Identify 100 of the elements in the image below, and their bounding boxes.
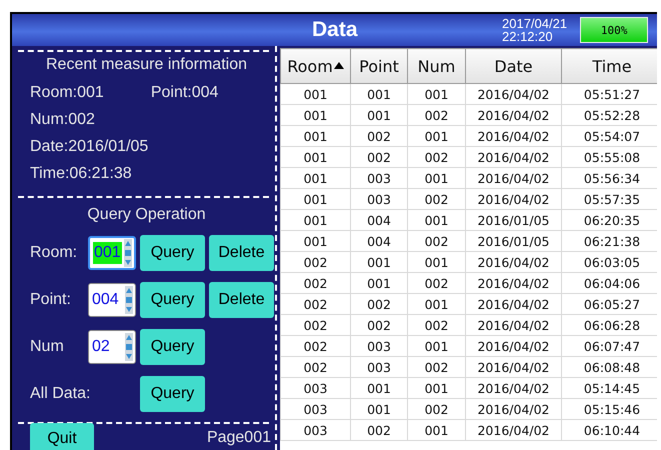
table-cell: 002 [280, 336, 350, 356]
table-cell: 003 [350, 336, 408, 356]
table-cell: 002 [280, 272, 350, 294]
table-cell: 2016/04/02 [466, 420, 562, 440]
table-cell: 001 [350, 84, 408, 104]
spin-field[interactable]: 02 [88, 330, 136, 364]
table-cell: 2016/04/02 [466, 146, 562, 168]
table-cell: 002 [280, 252, 350, 272]
query-label: Point: [30, 291, 72, 309]
action-button[interactable]: Query [140, 235, 205, 271]
spin-field[interactable]: 004 [88, 283, 136, 317]
table-cell: 002 [408, 230, 466, 252]
table-cell: 2016/04/02 [466, 356, 562, 378]
column-header[interactable]: Time [562, 48, 657, 84]
table-cell: 2016/04/02 [466, 398, 562, 420]
table-cell: 002 [408, 104, 466, 126]
window-title: Data [312, 18, 358, 42]
table-cell: 2016/04/02 [466, 126, 562, 146]
table-cell: 002 [408, 314, 466, 336]
spinner-arrows-icon[interactable] [124, 239, 132, 267]
table-cell: 2016/04/02 [466, 168, 562, 188]
battery-label: 100% [600, 24, 628, 36]
table-cell: 002 [350, 314, 408, 336]
table-cell: 2016/04/02 [466, 314, 562, 336]
table-cell: 2016/04/02 [466, 252, 562, 272]
table-cell: 003 [350, 188, 408, 210]
spin-value: 001 [93, 242, 122, 264]
num-info: Num:002 [30, 111, 96, 129]
table-cell: 004 [350, 210, 408, 230]
table-cell: 001 [408, 126, 466, 146]
section-title: Query Operation [87, 206, 206, 224]
table-cell: 003 [280, 378, 350, 398]
table-cell: 2016/04/02 [466, 104, 562, 126]
table-cell: 001 [408, 168, 466, 188]
table-cell: 2016/04/02 [466, 188, 562, 210]
date-label: 2017/04/21 [502, 17, 568, 30]
table-cell: 001 [280, 210, 350, 230]
table-cell: 001 [408, 210, 466, 230]
table-cell: 003 [350, 168, 408, 188]
table-cell: 003 [350, 356, 408, 378]
time-info: Time:06:21:38 [30, 165, 133, 183]
sort-icon [334, 62, 344, 68]
table-cell: 2016/04/02 [466, 378, 562, 398]
table-cell: 001 [350, 378, 408, 398]
table-cell: 002 [408, 188, 466, 210]
table-cell: 2016/04/02 [466, 84, 562, 104]
table-cell: 002 [408, 272, 466, 294]
action-button[interactable]: Query [140, 376, 205, 412]
column-header[interactable]: Date [466, 48, 562, 84]
table-cell: 002 [280, 314, 350, 336]
table-cell: 001 [280, 84, 350, 104]
column-header[interactable]: Point [350, 48, 408, 84]
table-cell: 004 [350, 230, 408, 252]
spin-field[interactable]: 001 [88, 236, 136, 270]
column-header[interactable]: Room [280, 48, 350, 84]
action-button[interactable]: Query [140, 329, 205, 365]
table-cell: 2016/04/02 [466, 294, 562, 314]
point-info: Point:004 [150, 84, 218, 102]
table-cell: 001 [350, 398, 408, 420]
table-cell: 002 [408, 356, 466, 378]
spinner-arrows-icon[interactable] [125, 333, 133, 361]
table-cell: 001 [280, 126, 350, 146]
table-cell: 001 [408, 252, 466, 272]
table-cell: 002 [350, 420, 408, 440]
table-cell: 001 [280, 188, 350, 210]
table-cell: 003 [280, 398, 350, 420]
table-cell: 001 [280, 168, 350, 188]
action-button[interactable]: Delete [209, 235, 274, 271]
action-button[interactable]: Delete [209, 282, 274, 318]
date-info: Date:2016/01/05 [30, 138, 150, 156]
table-cell: 001 [350, 252, 408, 272]
table-cell: 001 [350, 272, 408, 294]
table-cell: 001 [280, 104, 350, 126]
table-cell: 002 [280, 356, 350, 378]
table-cell: 002 [408, 146, 466, 168]
table-cell: 001 [350, 104, 408, 126]
query-label: All Data: [30, 385, 92, 403]
table-cell: 001 [280, 230, 350, 252]
time-label: 22:12:20 [502, 30, 554, 43]
table-cell: 002 [280, 294, 350, 314]
table-cell: 2016/01/05 [466, 230, 562, 252]
table-cell: 001 [408, 294, 466, 314]
quit-button[interactable]: Quit [30, 423, 94, 450]
section-title: Recent measure information [46, 56, 247, 74]
table-cell: 2016/01/05 [466, 210, 562, 230]
table-cell: 001 [408, 420, 466, 440]
spin-value: 004 [92, 291, 119, 309]
table-cell: 2016/04/02 [466, 336, 562, 356]
table-cell: 2016/04/02 [466, 272, 562, 294]
spinner-arrows-icon[interactable] [125, 286, 133, 314]
action-button[interactable]: Query [140, 282, 205, 318]
column-header[interactable]: Num [408, 48, 466, 84]
table-cell: 003 [280, 420, 350, 440]
table-cell: 002 [350, 294, 408, 314]
table-cell: 001 [408, 84, 466, 104]
query-label: Num [30, 338, 65, 356]
table-cell: 001 [280, 146, 350, 168]
table-cell: 002 [350, 146, 408, 168]
table-cell: 001 [408, 378, 466, 398]
spin-value: 02 [92, 338, 110, 356]
